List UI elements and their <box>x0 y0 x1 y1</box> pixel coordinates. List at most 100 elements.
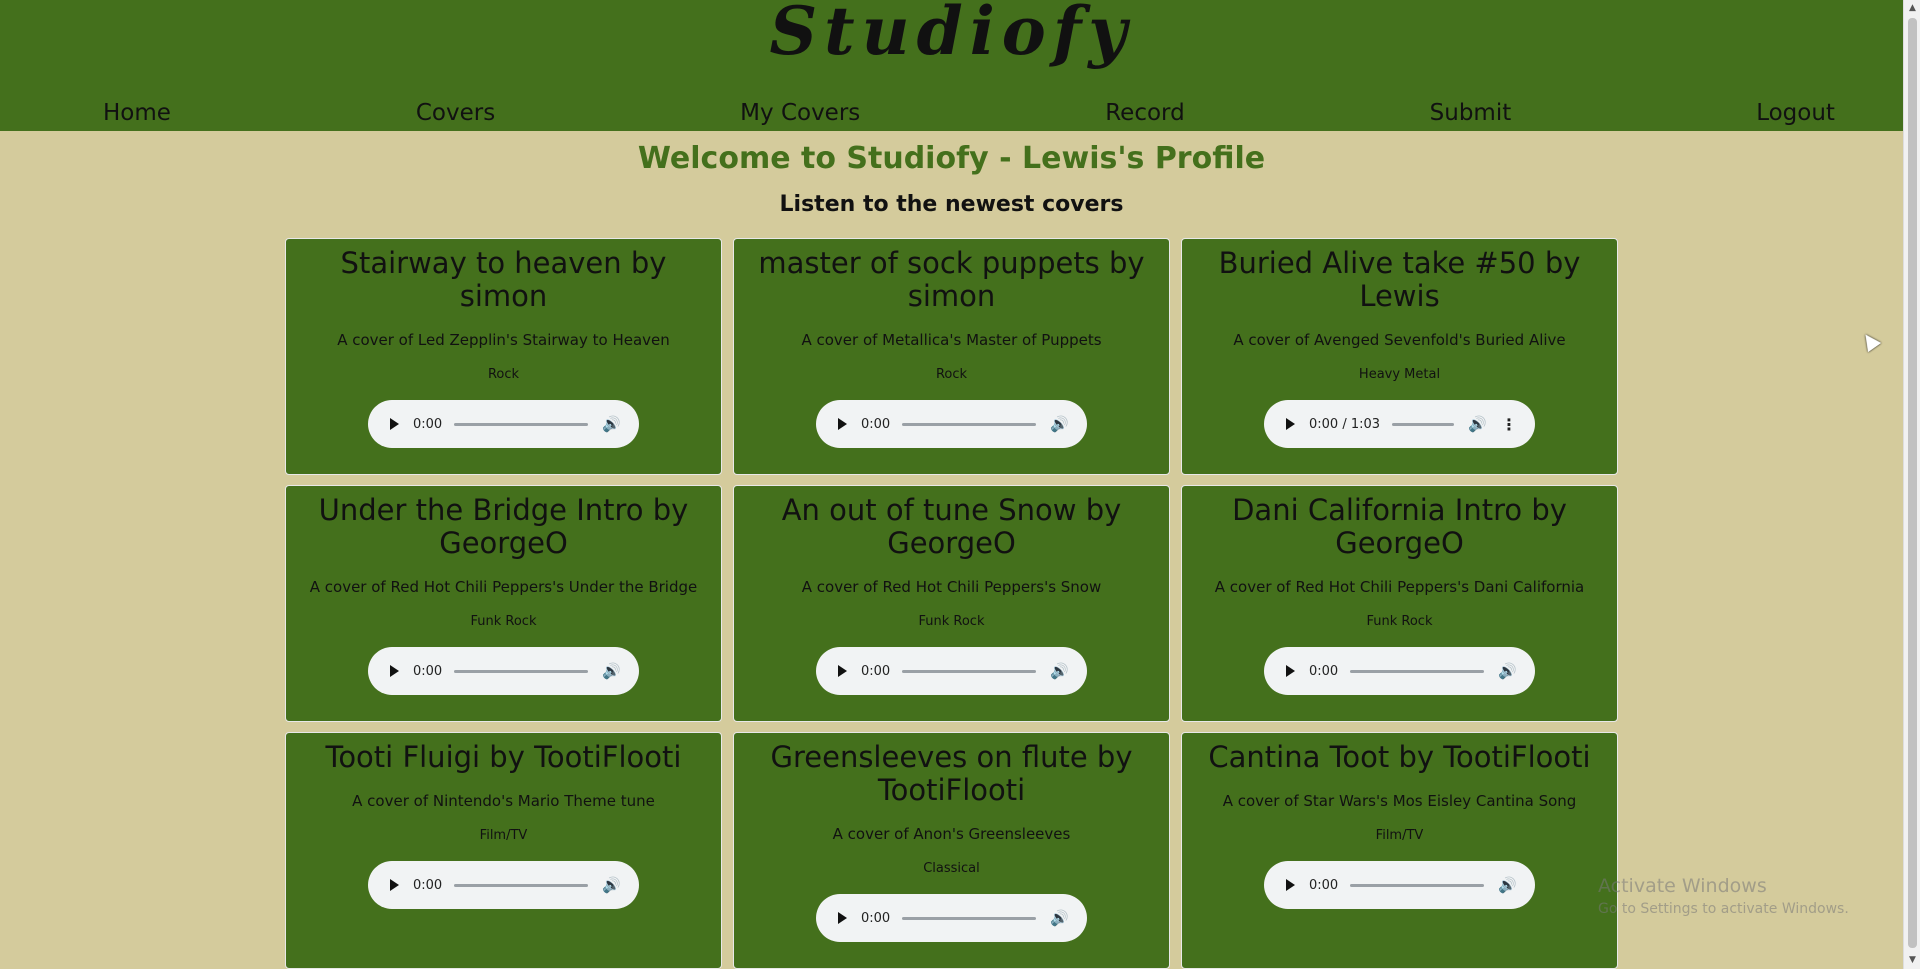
mouse-cursor <box>1858 329 1882 353</box>
brand-logo: Studiofy <box>769 0 1134 70</box>
play-icon[interactable] <box>1286 665 1295 677</box>
seek-bar[interactable] <box>1350 883 1485 887</box>
cover-description: A cover of Red Hot Chili Peppers's Snow <box>801 578 1102 596</box>
watermark-title: Activate Windows <box>1598 875 1767 897</box>
play-icon[interactable] <box>838 418 847 430</box>
scroll-up-arrow-icon[interactable]: ▲ <box>1904 0 1920 17</box>
cover-description: A cover of Anon's Greensleeves <box>832 825 1071 843</box>
cover-title: An out of tune Snow by GeorgeO <box>781 493 1122 560</box>
audio-time: 0:00 <box>413 416 443 432</box>
nav-covers[interactable]: Covers <box>416 100 495 126</box>
audio-player: 0:00 🔊 <box>816 894 1087 942</box>
volume-icon[interactable]: 🔊 <box>1050 909 1069 927</box>
cover-card: Tooti Fluigi by TootiFlooti A cover of N… <box>285 732 722 969</box>
seek-bar[interactable] <box>1392 422 1455 426</box>
scrollbar-thumb[interactable] <box>1908 18 1917 948</box>
audio-time: 0:00 <box>861 910 891 926</box>
audio-player: 0:00 🔊 <box>1264 861 1535 909</box>
cover-genre: Rock <box>487 367 520 382</box>
seek-bar[interactable] <box>902 669 1037 673</box>
covers-grid: Stairway to heaven by simon A cover of L… <box>285 238 1618 969</box>
cover-card: master of sock puppets by simon A cover … <box>733 238 1170 475</box>
cover-description: A cover of Led Zepplin's Stairway to Hea… <box>337 331 670 349</box>
subtitle: Listen to the newest covers <box>779 192 1124 217</box>
cover-description: A cover of Nintendo's Mario Theme tune <box>352 792 655 810</box>
cover-description: A cover of Avenged Sevenfold's Buried Al… <box>1233 331 1566 349</box>
volume-icon[interactable]: 🔊 <box>602 662 621 680</box>
site-header: Studiofy Home Covers My Covers Record Su… <box>0 0 1903 131</box>
cover-title: Under the Bridge Intro by GeorgeO <box>318 493 689 560</box>
cover-description: A cover of Red Hot Chili Peppers's Under… <box>309 578 698 596</box>
play-icon[interactable] <box>390 665 399 677</box>
volume-icon[interactable]: 🔊 <box>602 415 621 433</box>
cover-genre: Funk Rock <box>918 614 985 629</box>
welcome-heading: Welcome to Studiofy - Lewis's Profile <box>637 141 1266 176</box>
cover-description: A cover of Metallica's Master of Puppets <box>801 331 1102 349</box>
seek-bar[interactable] <box>902 422 1037 426</box>
nav-logout[interactable]: Logout <box>1756 100 1835 126</box>
cover-genre: Rock <box>935 367 968 382</box>
audio-player: 0:00 🔊 <box>816 400 1087 448</box>
cover-card: Greensleeves on flute by TootiFlooti A c… <box>733 732 1170 969</box>
audio-player: 0:00 🔊 <box>368 861 639 909</box>
audio-time: 0:00 <box>1309 663 1339 679</box>
nav-record[interactable]: Record <box>1105 100 1184 126</box>
play-icon[interactable] <box>390 418 399 430</box>
play-icon[interactable] <box>1286 418 1295 430</box>
audio-player: 0:00 🔊 <box>816 647 1087 695</box>
cover-genre: Heavy Metal <box>1358 367 1441 382</box>
cover-card: Stairway to heaven by simon A cover of L… <box>285 238 722 475</box>
audio-time: 0:00 <box>413 877 443 893</box>
more-options-icon[interactable]: ⋮ <box>1501 415 1517 434</box>
audio-time: 0:00 <box>861 416 891 432</box>
cover-title: Buried Alive take #50 by Lewis <box>1218 246 1581 313</box>
seek-bar[interactable] <box>454 883 589 887</box>
volume-icon[interactable]: 🔊 <box>1498 662 1517 680</box>
cover-title: Dani California Intro by GeorgeO <box>1232 493 1567 560</box>
cover-card: Buried Alive take #50 by Lewis A cover o… <box>1181 238 1618 475</box>
cover-title: Cantina Toot by TootiFlooti <box>1208 740 1591 774</box>
audio-player: 0:00 🔊 <box>1264 647 1535 695</box>
play-icon[interactable] <box>838 912 847 924</box>
watermark-subtitle: Go to Settings to activate Windows. <box>1598 901 1849 917</box>
cover-description: A cover of Red Hot Chili Peppers's Dani … <box>1214 578 1585 596</box>
cover-card: An out of tune Snow by GeorgeO A cover o… <box>733 485 1170 722</box>
nav-submit[interactable]: Submit <box>1430 100 1512 126</box>
volume-icon[interactable]: 🔊 <box>1050 415 1069 433</box>
audio-time: 0:00 / 1:03 <box>1309 416 1381 432</box>
nav-home[interactable]: Home <box>103 100 171 126</box>
cover-genre: Funk Rock <box>470 614 537 629</box>
volume-icon[interactable]: 🔊 <box>1498 876 1517 894</box>
seek-bar[interactable] <box>454 422 589 426</box>
volume-icon[interactable]: 🔊 <box>1050 662 1069 680</box>
nav-my-covers[interactable]: My Covers <box>740 100 860 126</box>
cover-genre: Funk Rock <box>1366 614 1433 629</box>
cover-card: Cantina Toot by TootiFlooti A cover of S… <box>1181 732 1618 969</box>
cover-card: Dani California Intro by GeorgeO A cover… <box>1181 485 1618 722</box>
cover-description: A cover of Star Wars's Mos Eisley Cantin… <box>1222 792 1577 810</box>
audio-time: 0:00 <box>861 663 891 679</box>
scroll-down-arrow-icon[interactable]: ▼ <box>1904 952 1920 969</box>
cover-genre: Film/TV <box>1375 828 1424 843</box>
cover-title: Greensleeves on flute by TootiFlooti <box>770 740 1133 807</box>
play-icon[interactable] <box>390 879 399 891</box>
volume-icon[interactable]: 🔊 <box>602 876 621 894</box>
audio-player: 0:00 / 1:03 🔊 ⋮ <box>1264 400 1535 448</box>
cover-title: Stairway to heaven by simon <box>340 246 667 313</box>
play-icon[interactable] <box>1286 879 1295 891</box>
seek-bar[interactable] <box>902 916 1037 920</box>
play-icon[interactable] <box>838 665 847 677</box>
audio-time: 0:00 <box>1309 877 1339 893</box>
seek-bar[interactable] <box>454 669 589 673</box>
audio-player: 0:00 🔊 <box>368 400 639 448</box>
cover-card: Under the Bridge Intro by GeorgeO A cove… <box>285 485 722 722</box>
volume-icon[interactable]: 🔊 <box>1468 415 1487 433</box>
cover-genre: Film/TV <box>479 828 528 843</box>
cover-genre: Classical <box>923 861 980 876</box>
windows-activation-watermark: Activate Windows Go to Settings to activ… <box>1598 875 1849 917</box>
seek-bar[interactable] <box>1350 669 1485 673</box>
main-nav: Home Covers My Covers Record Submit Logo… <box>0 100 1903 126</box>
vertical-scrollbar[interactable]: ▲ ▼ <box>1903 0 1920 969</box>
audio-player: 0:00 🔊 <box>368 647 639 695</box>
page: Studiofy Home Covers My Covers Record Su… <box>0 0 1903 969</box>
